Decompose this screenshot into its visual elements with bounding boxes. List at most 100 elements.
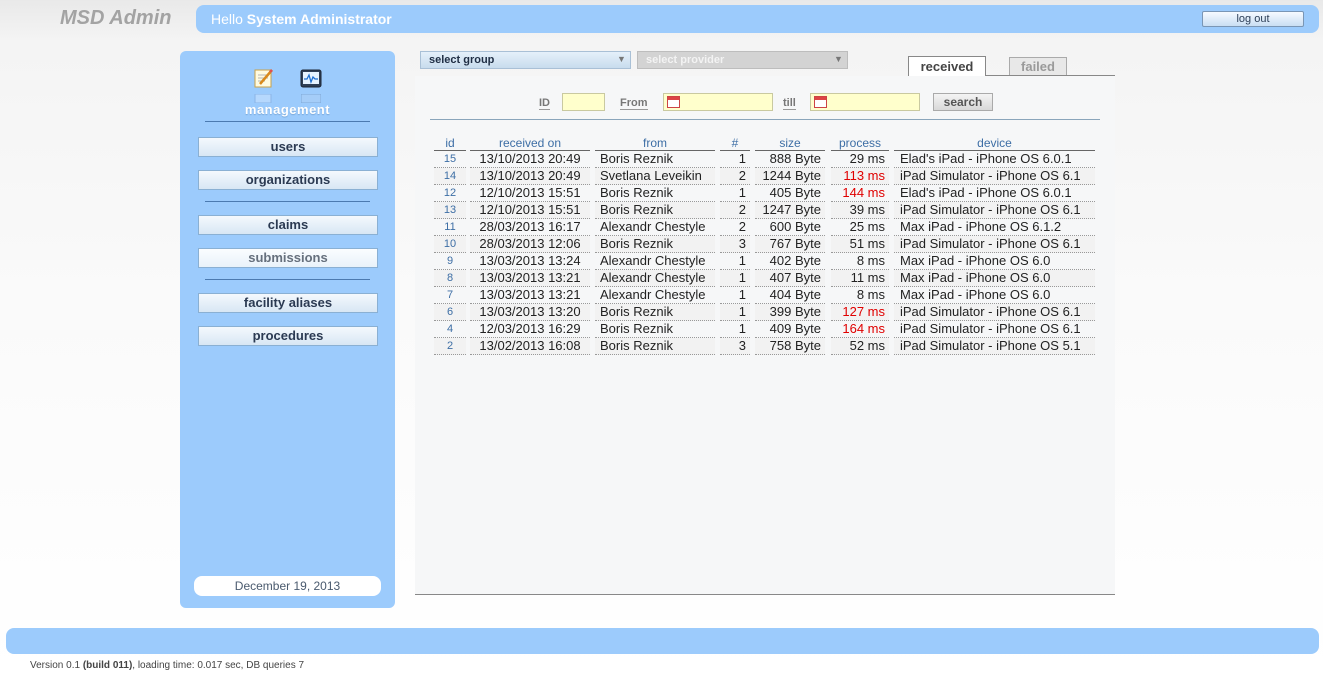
row-from: Boris Reznik [595, 304, 715, 321]
row-id-link[interactable]: 6 [434, 304, 466, 321]
greeting-prefix: Hello [211, 11, 243, 27]
table-row[interactable]: 4 12/03/2013 16:29 Boris Reznik 1 409 Byte 16… [0, 321, 1323, 338]
column-header-received-on[interactable]: received on [470, 136, 590, 151]
row-count: 2 [720, 202, 750, 219]
table-row[interactable]: 10 28/03/2013 12:06 Boris Reznik 3 767 Byte 5… [0, 236, 1323, 253]
row-from: Alexandr Chestyle [595, 270, 715, 287]
row-size: 767 Byte [755, 236, 825, 253]
row-device: iPad Simulator - iPhone OS 6.1 [894, 202, 1095, 219]
group-select[interactable]: select group ▼ [420, 51, 631, 69]
management-icon[interactable] [253, 67, 275, 89]
row-from: Alexandr Chestyle [595, 219, 715, 236]
column-header-device[interactable]: device [894, 136, 1095, 151]
sidebar-icons [253, 67, 323, 107]
till-label: till [783, 97, 796, 110]
row-id-link[interactable]: 13 [434, 202, 466, 219]
row-device: iPad Simulator - iPhone OS 5.1 [894, 338, 1095, 355]
till-date-input[interactable] [810, 93, 920, 111]
table-row[interactable]: 12 12/10/2013 15:51 Boris Reznik 1 405 Byte 1… [0, 185, 1323, 202]
footer-info: Version 0.1 (build 011), loading time: 0… [30, 660, 304, 671]
logout-button[interactable]: log out [1202, 11, 1304, 27]
table-row[interactable]: 15 13/10/2013 20:49 Boris Reznik 1 888 Byte 2… [0, 151, 1323, 168]
row-process-time: 164 ms [831, 321, 889, 338]
group-select-value: select group [429, 54, 495, 66]
footer-version: Version 0.1 [30, 660, 81, 671]
row-size: 409 Byte [755, 321, 825, 338]
row-id-link[interactable]: 7 [434, 287, 466, 304]
row-size: 405 Byte [755, 185, 825, 202]
row-device: iPad Simulator - iPhone OS 6.1 [894, 304, 1095, 321]
column-header-count[interactable]: # [720, 136, 750, 151]
row-device: iPad Simulator - iPhone OS 6.1 [894, 236, 1095, 253]
row-process-time: 51 ms [831, 236, 889, 253]
chevron-down-icon: ▼ [617, 54, 626, 64]
row-size: 399 Byte [755, 304, 825, 321]
row-process-time: 144 ms [831, 185, 889, 202]
row-from: Boris Reznik [595, 321, 715, 338]
row-process-time: 39 ms [831, 202, 889, 219]
row-size: 404 Byte [755, 287, 825, 304]
search-button[interactable]: search [933, 93, 993, 111]
row-id-link[interactable]: 2 [434, 338, 466, 355]
row-count: 2 [720, 168, 750, 185]
table-row[interactable]: 14 13/10/2013 20:49 Svetlana Leveikin 2 1244… [0, 168, 1323, 185]
calendar-icon[interactable] [667, 96, 680, 108]
row-device: Max iPad - iPhone OS 6.0 [894, 253, 1095, 270]
row-received-on: 13/03/2013 13:21 [470, 270, 590, 287]
calendar-icon[interactable] [814, 96, 827, 108]
tab-received[interactable]: received [908, 56, 986, 76]
row-id-link[interactable]: 11 [434, 219, 466, 236]
row-id-link[interactable]: 12 [434, 185, 466, 202]
row-size: 888 Byte [755, 151, 825, 168]
table-row[interactable]: 8 13/03/2013 13:21 Alexandr Chestyle 1 407 B… [0, 270, 1323, 287]
sidebar-divider [205, 121, 370, 122]
row-count: 1 [720, 287, 750, 304]
row-received-on: 13/03/2013 13:20 [470, 304, 590, 321]
table-row[interactable]: 9 13/03/2013 13:24 Alexandr Chestyle 1 402 B… [0, 253, 1323, 270]
id-label: ID [539, 97, 550, 110]
row-received-on: 12/10/2013 15:51 [470, 202, 590, 219]
row-count: 3 [720, 236, 750, 253]
provider-select-value: select provider [646, 54, 725, 66]
id-input[interactable] [562, 93, 605, 111]
row-id-link[interactable]: 14 [434, 168, 466, 185]
row-received-on: 13/03/2013 13:24 [470, 253, 590, 270]
tab-failed[interactable]: failed [1009, 57, 1067, 75]
row-process-time: 8 ms [831, 253, 889, 270]
row-size: 402 Byte [755, 253, 825, 270]
monitor-icon[interactable] [300, 69, 322, 91]
footer-bar [6, 628, 1319, 654]
row-count: 1 [720, 304, 750, 321]
provider-select[interactable]: select provider ▼ [637, 51, 848, 69]
table-row[interactable]: 7 13/03/2013 13:21 Alexandr Chestyle 1 404 B… [0, 287, 1323, 304]
table-row[interactable]: 2 13/02/2013 16:08 Boris Reznik 3 758 Byte 52… [0, 338, 1323, 355]
from-label: From [620, 97, 648, 110]
from-date-input[interactable] [663, 93, 773, 111]
row-process-time: 52 ms [831, 338, 889, 355]
row-device: Elad's iPad - iPhone OS 6.0.1 [894, 151, 1095, 168]
column-header-process[interactable]: process [831, 136, 889, 151]
row-received-on: 28/03/2013 12:06 [470, 236, 590, 253]
row-id-link[interactable]: 8 [434, 270, 466, 287]
row-id-link[interactable]: 9 [434, 253, 466, 270]
row-process-time: 8 ms [831, 287, 889, 304]
column-header-size[interactable]: size [755, 136, 825, 151]
column-header-from[interactable]: from [595, 136, 715, 151]
column-header-id[interactable]: id [434, 136, 466, 151]
row-process-time: 113 ms [831, 168, 889, 185]
footer-stats: , loading time: 0.017 sec, DB queries 7 [132, 660, 305, 671]
table-row[interactable]: 11 28/03/2013 16:17 Alexandr Chestyle 2 600 … [0, 219, 1323, 236]
row-id-link[interactable]: 4 [434, 321, 466, 338]
row-from: Svetlana Leveikin [595, 168, 715, 185]
table-row[interactable]: 6 13/03/2013 13:20 Boris Reznik 1 399 Byte 12… [0, 304, 1323, 321]
row-count: 1 [720, 185, 750, 202]
row-from: Alexandr Chestyle [595, 253, 715, 270]
table-row[interactable]: 13 12/10/2013 15:51 Boris Reznik 2 1247 Byte… [0, 202, 1323, 219]
row-received-on: 13/02/2013 16:08 [470, 338, 590, 355]
row-id-link[interactable]: 15 [434, 151, 466, 168]
row-process-time: 11 ms [831, 270, 889, 287]
row-id-link[interactable]: 10 [434, 236, 466, 253]
row-count: 1 [720, 270, 750, 287]
row-count: 1 [720, 253, 750, 270]
row-size: 758 Byte [755, 338, 825, 355]
